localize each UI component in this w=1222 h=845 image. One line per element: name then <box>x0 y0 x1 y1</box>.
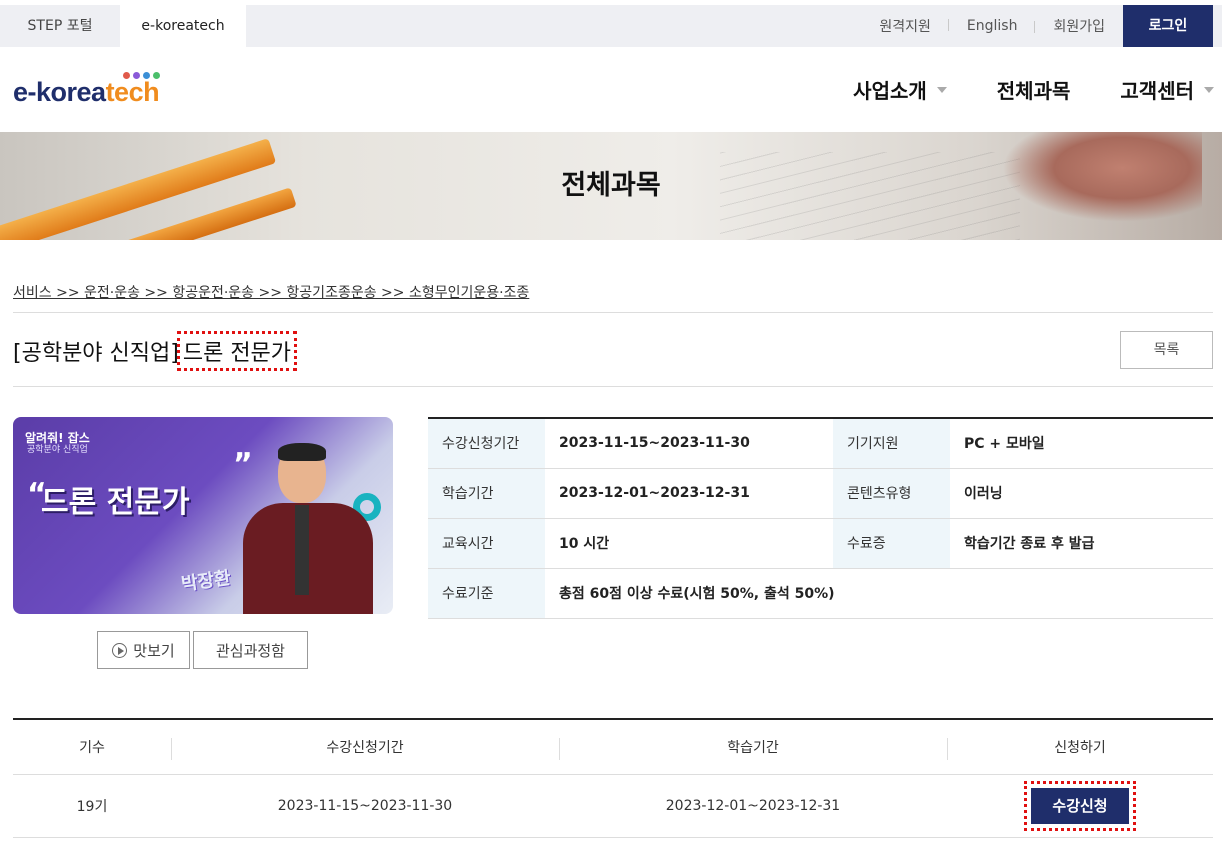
instructor-photo <box>238 443 378 614</box>
remote-support-link[interactable]: 원격지원 <box>861 16 949 36</box>
hero-banner: 전체과목 <box>0 132 1222 240</box>
info-label: 학습기간 <box>428 468 545 519</box>
column-header: 학습기간 <box>559 719 947 775</box>
divider <box>13 386 1213 387</box>
logo-text-accent: tech <box>105 77 160 107</box>
tab-step-portal[interactable]: STEP 포털 <box>0 5 120 47</box>
info-label: 수료기준 <box>428 568 545 619</box>
thumbnail-title: 드론 전문가 <box>41 485 190 520</box>
action-cell: 수강신청 <box>947 774 1213 838</box>
info-value: 이러닝 <box>950 468 1213 519</box>
apply-highlight: 수강신청 <box>1024 780 1136 831</box>
nav-all-courses-label: 전체과목 <box>996 79 1071 103</box>
page-title: 전체과목 <box>561 170 661 201</box>
utility-links: 원격지원 English 회원가입 로그인 <box>861 5 1222 47</box>
preview-button[interactable]: 맛보기 <box>97 631 190 669</box>
info-value: PC + 모바일 <box>950 418 1213 469</box>
thumbnail-subtitle: 공학분야 신직업 <box>27 445 88 455</box>
class-schedule-table: 기수 수강신청기간 학습기간 신청하기 19기 2023-11-15~2023-… <box>13 718 1213 838</box>
table-row: 수강신청기간 2023-11-15~2023-11-30 기기지원 PC + 모… <box>428 418 1213 469</box>
column-header-label: 신청하기 <box>1054 739 1106 756</box>
info-value: 2023-12-01~2023-12-31 <box>545 468 833 519</box>
login-button[interactable]: 로그인 <box>1123 5 1213 47</box>
study-period-cell: 2023-12-01~2023-12-31 <box>559 774 947 838</box>
site-header: e-koreatech 사업소개 전체과목 고객센터 <box>0 47 1222 132</box>
info-value: 학습기간 종료 후 발급 <box>950 518 1213 569</box>
column-header-label: 수강신청기간 <box>326 739 404 756</box>
breadcrumb[interactable]: 서비스 >> 운전·운송 >> 항공운전·운송 >> 항공기조종운송 >> 소형… <box>13 282 529 302</box>
nav-about[interactable]: 사업소개 <box>853 75 947 104</box>
info-label: 기기지원 <box>833 418 950 469</box>
wishlist-button[interactable]: 관심과정함 <box>193 631 308 669</box>
enroll-button[interactable]: 수강신청 <box>1031 787 1129 824</box>
info-label: 교육시간 <box>428 518 545 569</box>
term-cell: 19기 <box>13 774 171 838</box>
chevron-down-icon <box>936 86 947 93</box>
info-label: 수료증 <box>833 518 950 569</box>
info-value: 총점 60점 이상 수료(시험 50%, 출석 50%) <box>545 568 1213 619</box>
info-value: 10 시간 <box>545 518 833 569</box>
logo-dots-icon <box>123 72 160 79</box>
preview-label: 맛보기 <box>133 641 175 660</box>
column-header-label: 학습기간 <box>727 739 779 756</box>
column-header: 수강신청기간 <box>171 719 559 775</box>
play-icon <box>112 642 128 658</box>
tab-e-koreatech[interactable]: e-koreatech <box>120 5 246 47</box>
main-nav: 사업소개 전체과목 고객센터 <box>803 75 1214 104</box>
logo[interactable]: e-koreatech <box>13 77 160 108</box>
instructor-name: 박장환 <box>179 567 233 596</box>
divider <box>13 312 1213 313</box>
course-info-table: 수강신청기간 2023-11-15~2023-11-30 기기지원 PC + 모… <box>428 417 1213 619</box>
column-header: 신청하기 <box>947 719 1213 775</box>
table-row: 수료기준 총점 60점 이상 수료(시험 50%, 출석 50%) <box>428 568 1213 619</box>
nav-customer-center-label: 고객센터 <box>1120 79 1194 103</box>
nav-about-label: 사업소개 <box>853 79 927 103</box>
course-category: [공학분야 신직업] <box>13 341 179 366</box>
logo-text-main: e-korea <box>13 77 106 107</box>
course-thumbnail: 알려줘! 잡스 공학분야 신직업 “ ” 드론 전문가 박장환 <box>13 417 393 614</box>
course-name: 드론 전문가 <box>176 331 298 371</box>
nav-all-courses[interactable]: 전체과목 <box>997 75 1071 104</box>
apply-period-cell: 2023-11-15~2023-11-30 <box>171 774 559 838</box>
list-button[interactable]: 목록 <box>1120 331 1213 369</box>
table-row: 학습기간 2023-12-01~2023-12-31 콘텐츠유형 이러닝 <box>428 468 1213 519</box>
table-row: 19기 2023-11-15~2023-11-30 2023-12-01~202… <box>13 774 1213 838</box>
column-header-label: 기수 <box>79 739 105 756</box>
table-header-row: 기수 수강신청기간 학습기간 신청하기 <box>13 719 1213 775</box>
info-label: 콘텐츠유형 <box>833 468 950 519</box>
chevron-down-icon <box>1204 86 1214 93</box>
course-title: [공학분야 신직업] 드론 전문가 <box>13 331 298 371</box>
top-utility-bar: STEP 포털 e-koreatech 원격지원 English 회원가입 로그… <box>0 5 1222 47</box>
column-header: 기수 <box>13 719 171 775</box>
info-label: 수강신청기간 <box>428 418 545 469</box>
nav-customer-center[interactable]: 고객센터 <box>1120 75 1214 104</box>
info-value: 2023-11-15~2023-11-30 <box>545 418 833 469</box>
signup-link[interactable]: 회원가입 <box>1035 16 1123 36</box>
table-row: 교육시간 10 시간 수료증 학습기간 종료 후 발급 <box>428 518 1213 569</box>
english-link[interactable]: English <box>949 18 1036 34</box>
